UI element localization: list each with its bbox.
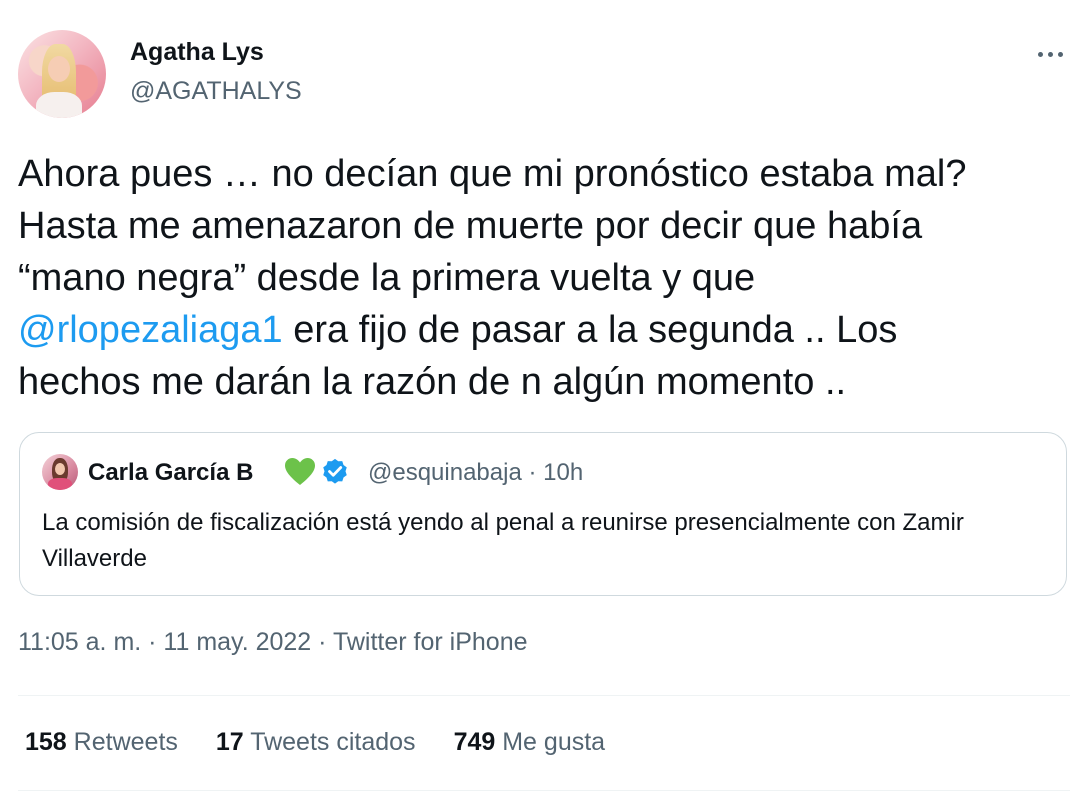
quote-tweets-stat[interactable]: 17 Tweets citados <box>216 728 416 757</box>
quote-tweets-count: 17 <box>215 728 244 756</box>
retweets-label: Retweets <box>73 728 178 756</box>
more-dot <box>1037 51 1043 57</box>
quoted-tweet-text: La comisión de fiscalización está yendo … <box>42 509 964 572</box>
tweet-stats: 158 Retweets 17 Tweets citados 749 Me gu… <box>25 728 605 757</box>
quote-tweets-label: Tweets citados <box>250 728 416 756</box>
divider <box>18 790 1070 791</box>
likes-count: 749 <box>453 728 496 756</box>
likes-stat[interactable]: 749 Me gusta <box>454 728 606 757</box>
tweet-text-line: @rlopezaliaga1 era fijo de pasar a la se… <box>18 304 1078 356</box>
tweet-metadata: 11:05 a. m. · 11 may. 2022 · Twitter for… <box>18 628 528 657</box>
tweet-source[interactable]: Twitter for iPhone <box>333 628 528 656</box>
tweet-text-line: “mano negra” desde la primera vuelta y q… <box>18 257 756 299</box>
author-name[interactable]: Agatha Lys <box>130 38 264 67</box>
retweets-stat[interactable]: 158 Retweets <box>25 728 178 757</box>
author-handle[interactable]: @AGATHALYS <box>130 77 302 106</box>
divider <box>18 695 1070 696</box>
tweet-text: Ahora pues … no decían que mi pronóstico… <box>18 148 1078 408</box>
retweets-count: 158 <box>25 728 67 756</box>
mention-link[interactable]: @rlopezaliaga1 <box>18 309 283 351</box>
tweet-timestamp[interactable]: 11:05 a. m. · 11 may. 2022 · <box>18 628 333 656</box>
quoted-avatar-body <box>48 478 72 490</box>
tweet-text-line: Hasta me amenazaron de muerte por decir … <box>18 205 923 247</box>
quoted-tweet-card[interactable]: Carla García B @esquinabaja · 10h La com… <box>19 432 1067 596</box>
green-heart-icon <box>285 458 315 485</box>
quoted-author-avatar <box>42 454 78 490</box>
quoted-avatar-face <box>55 463 65 475</box>
tweet-text-fragment: era fijo de pasar a la segunda .. Los <box>282 309 898 351</box>
author-avatar[interactable] <box>18 30 106 118</box>
tweet-text-line: hechos me darán la razón de n algún mome… <box>18 361 847 403</box>
quoted-author-name: Carla García B <box>88 459 254 486</box>
likes-label: Me gusta <box>502 728 606 756</box>
verified-badge-icon <box>323 458 347 484</box>
quoted-handle-time: @esquinabaja · 10h <box>368 459 584 486</box>
tweet-text-line: Ahora pues … no decían que mi pronóstico… <box>18 153 967 195</box>
avatar-shirt <box>36 92 82 118</box>
tweet-detail: Agatha Lys @AGATHALYS Ahora pues … no de… <box>0 0 1090 800</box>
more-dot <box>1057 51 1063 57</box>
avatar-face <box>48 56 70 82</box>
more-options-icon[interactable] <box>1030 40 1070 68</box>
more-dot <box>1047 51 1053 57</box>
